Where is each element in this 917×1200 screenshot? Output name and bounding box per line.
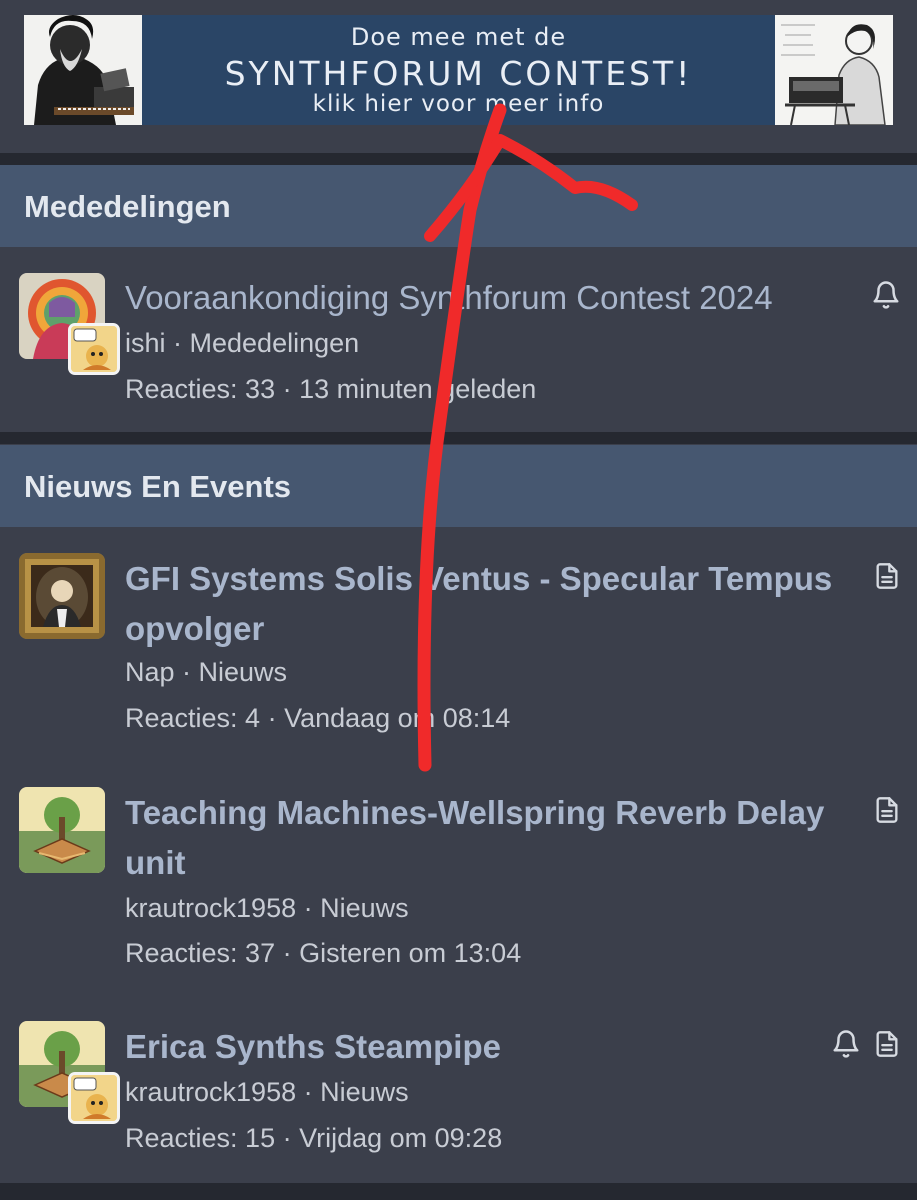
document-icon[interactable]	[873, 561, 903, 591]
banner-text: Doe mee met de SYNTHFORUM CONTEST! klik …	[144, 15, 773, 125]
thread-stats: Reacties: 37 · Gisteren om 13:04	[125, 938, 521, 969]
thread-forum[interactable]: Nieuws	[199, 657, 288, 687]
banner-headline-small: Doe mee met de	[350, 23, 567, 51]
divider	[0, 153, 917, 165]
thread-meta: krautrock1958 · Nieuws	[125, 893, 409, 924]
thread-last-activity[interactable]: Vandaag om 08:14	[284, 703, 510, 733]
document-icon[interactable]	[873, 1029, 903, 1059]
thread-meta: krautrock1958 · Nieuws	[125, 1077, 409, 1108]
thread-forum[interactable]: Nieuws	[320, 1077, 409, 1107]
thread-stats: Reacties: 33 · 13 minuten geleden	[125, 374, 536, 405]
avatar[interactable]	[19, 553, 105, 639]
thread-title[interactable]: Vooraankondiging Synthforum Contest 2024	[125, 273, 860, 323]
thread-forum[interactable]: Nieuws	[320, 893, 409, 923]
section-header-nieuws-en-events[interactable]: Nieuws En Events	[0, 445, 917, 527]
participant-avatar	[68, 323, 120, 375]
thread-author[interactable]: ishi	[125, 328, 166, 358]
meta-separator: ·	[174, 657, 199, 687]
thread-item[interactable]: Teaching Machines-Wellspring Reverb Dela…	[0, 762, 917, 997]
thread-title[interactable]: Erica Synths Steampipe	[125, 1022, 860, 1072]
divider	[0, 432, 917, 444]
thread-stats: Reacties: 15 · Vrijdag om 09:28	[125, 1123, 502, 1154]
meta-separator: ·	[275, 1123, 300, 1153]
contest-banner[interactable]: Doe mee met de SYNTHFORUM CONTEST! klik …	[24, 15, 893, 125]
thread-replies: Reacties: 33	[125, 374, 276, 404]
thread-meta: Nap · Nieuws	[125, 657, 287, 688]
thread-author[interactable]: Nap	[125, 657, 175, 687]
meta-separator: ·	[275, 938, 300, 968]
thread-item[interactable]: Vooraankondiging Synthforum Contest 2024…	[0, 248, 917, 432]
banner-headline: SYNTHFORUM CONTEST!	[224, 54, 693, 93]
thread-author[interactable]: krautrock1958	[125, 1077, 296, 1107]
section-title: Nieuws En Events	[24, 469, 292, 504]
banner-right-illustration	[775, 15, 893, 125]
thread-replies: Reacties: 15	[125, 1123, 276, 1153]
meta-separator: ·	[296, 893, 321, 923]
banner-left-illustration	[24, 15, 142, 125]
bell-icon[interactable]	[871, 280, 901, 310]
avatar[interactable]	[19, 787, 105, 873]
banner-cta: klik hier voor meer info	[312, 91, 605, 117]
thread-stats: Reacties: 4 · Vandaag om 08:14	[125, 703, 510, 734]
thread-forum[interactable]: Mededelingen	[190, 328, 360, 358]
meta-separator: ·	[275, 374, 300, 404]
thread-title[interactable]: Teaching Machines-Wellspring Reverb Dela…	[125, 788, 860, 888]
section-header-mededelingen[interactable]: Mededelingen	[0, 165, 917, 247]
thread-item[interactable]: Erica Synths Steampipe krautrock1958 · N…	[0, 997, 917, 1182]
bell-icon[interactable]	[831, 1029, 861, 1059]
meta-separator: ·	[165, 328, 190, 358]
thread-author[interactable]: krautrock1958	[125, 893, 296, 923]
section-title: Mededelingen	[24, 189, 231, 224]
meta-separator: ·	[296, 1077, 321, 1107]
thread-item[interactable]: GFI Systems Solis Ventus - Specular Temp…	[0, 527, 917, 762]
thread-replies: Reacties: 37	[125, 938, 276, 968]
forum-page: Doe mee met de SYNTHFORUM CONTEST! klik …	[0, 0, 917, 1200]
thread-last-activity[interactable]: Gisteren om 13:04	[299, 938, 521, 968]
banner-area: Doe mee met de SYNTHFORUM CONTEST! klik …	[0, 0, 917, 153]
meta-separator: ·	[260, 703, 285, 733]
thread-last-activity[interactable]: Vrijdag om 09:28	[299, 1123, 502, 1153]
document-icon[interactable]	[873, 795, 903, 825]
participant-avatar	[68, 1072, 120, 1124]
thread-title[interactable]: GFI Systems Solis Ventus - Specular Temp…	[125, 554, 860, 654]
divider	[0, 1183, 917, 1200]
thread-replies: Reacties: 4	[125, 703, 261, 733]
thread-last-activity[interactable]: 13 minuten geleden	[299, 374, 536, 404]
thread-meta: ishi · Mededelingen	[125, 328, 359, 359]
